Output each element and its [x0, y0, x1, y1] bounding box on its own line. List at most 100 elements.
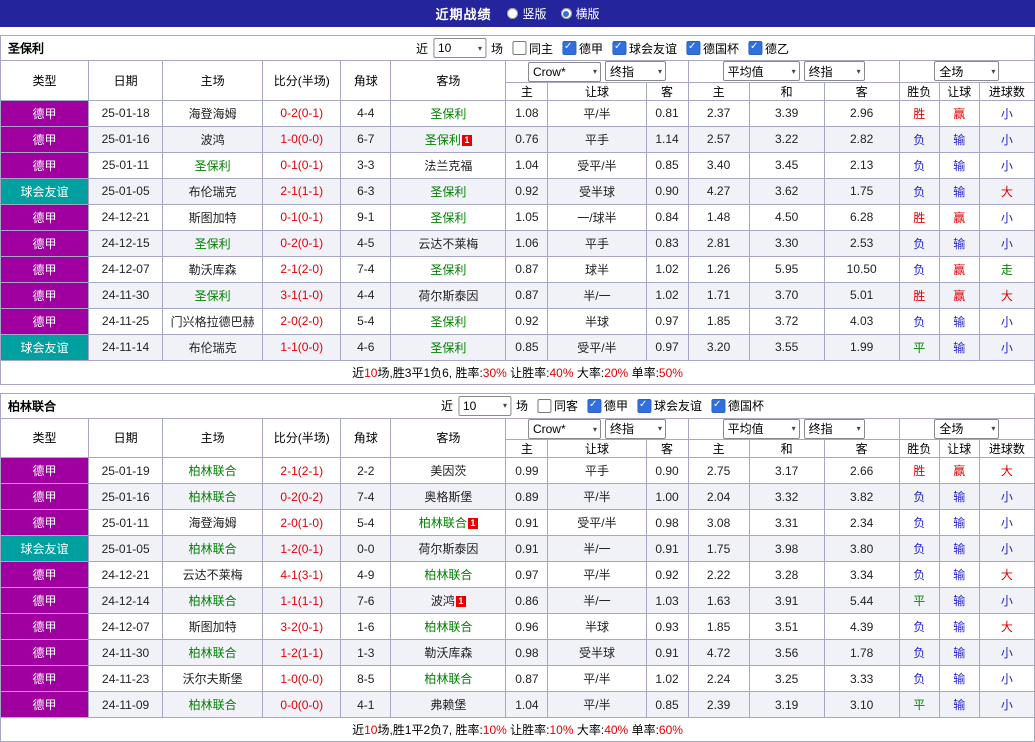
match-score[interactable]: 2-0(2-0) [263, 308, 341, 334]
league-checkbox-3[interactable]: 德乙 [748, 40, 789, 57]
result-handicap-outcome: 输 [939, 484, 979, 510]
euro-time-select[interactable]: 终指▾ [804, 61, 865, 81]
team-link[interactable]: 柏林联合 [189, 594, 237, 608]
match-score[interactable]: 0-1(0-1) [263, 204, 341, 230]
result-goals-outcome: 小 [979, 126, 1034, 152]
team-link[interactable]: 柏林联合 [189, 646, 237, 660]
team-link[interactable]: 柏林联合 [189, 464, 237, 478]
league-checkbox-0[interactable]: 德甲 [587, 397, 628, 414]
league-checkbox-0[interactable]: 德甲 [562, 40, 603, 57]
team-link[interactable]: 斯图加特 [189, 620, 237, 634]
asian-away-header: 客 [646, 82, 688, 100]
team-link[interactable]: 圣保利 [195, 237, 231, 251]
team-link[interactable]: 海登海姆 [189, 107, 237, 121]
match-score[interactable]: 3-2(0-1) [263, 614, 341, 640]
team-link[interactable]: 圣保利 [430, 185, 466, 199]
asian-time-select[interactable]: 终指▾ [605, 61, 666, 81]
match-score[interactable]: 2-1(1-1) [263, 178, 341, 204]
team-link[interactable]: 斯图加特 [189, 211, 237, 225]
team-link[interactable]: 柏林联合 [419, 516, 467, 530]
match-date: 24-11-30 [89, 282, 163, 308]
team-link[interactable]: 圣保利 [430, 341, 466, 355]
league-type-badge: 德甲 [1, 484, 89, 510]
euro-source-select[interactable]: 平均值▾ [723, 61, 800, 81]
team-link[interactable]: 布伦瑞克 [189, 341, 237, 355]
match-score[interactable]: 2-0(1-0) [263, 510, 341, 536]
team-link[interactable]: 波鸿 [431, 594, 455, 608]
league-type-badge: 德甲 [1, 458, 89, 484]
team-link[interactable]: 圣保利 [195, 289, 231, 303]
team-link[interactable]: 美因茨 [430, 464, 466, 478]
match-score[interactable]: 3-1(1-0) [263, 282, 341, 308]
scope-select[interactable]: 全场▾ [934, 61, 999, 81]
team-link[interactable]: 勒沃库森 [189, 263, 237, 277]
team-link[interactable]: 圣保利 [195, 159, 231, 173]
team-link[interactable]: 圣保利 [425, 133, 461, 147]
match-score[interactable]: 0-0(0-0) [263, 692, 341, 718]
match-score[interactable]: 1-2(1-1) [263, 640, 341, 666]
result-handicap-outcome: 输 [939, 126, 979, 152]
recent-results-panel: 近期战绩 竖版横版 圣保利近10▾场同主德甲球会友谊德国杯德乙类型日期主场比分(… [0, 0, 1035, 742]
match-score[interactable]: 1-0(0-0) [263, 126, 341, 152]
euro-time-select[interactable]: 终指▾ [804, 419, 865, 439]
team-link[interactable]: 圣保利 [430, 263, 466, 277]
team-link[interactable]: 圣保利 [430, 315, 466, 329]
summary-segment: 10% [483, 723, 507, 737]
league-checkbox-2[interactable]: 德国杯 [686, 40, 739, 57]
team-link[interactable]: 法兰克福 [424, 159, 472, 173]
match-score[interactable]: 1-0(0-0) [263, 666, 341, 692]
match-score[interactable]: 1-1(1-1) [263, 588, 341, 614]
team-link[interactable]: 柏林联合 [424, 568, 472, 582]
match-count-select[interactable]: 10▾ [458, 396, 511, 416]
view-mode-vertical[interactable]: 竖版 [507, 5, 546, 22]
league-checkbox-1[interactable]: 球会友谊 [637, 397, 702, 414]
result-handicap-outcome: 输 [939, 588, 979, 614]
away-team-cell: 柏林联合1 [391, 510, 506, 536]
view-mode-horizontal[interactable]: 横版 [561, 5, 600, 22]
euro-source-select[interactable]: 平均值▾ [723, 419, 800, 439]
match-score[interactable]: 2-1(2-0) [263, 256, 341, 282]
team-link[interactable]: 柏林联合 [424, 672, 472, 686]
euro-source-select-value: 平均值 [728, 420, 764, 437]
team-link[interactable]: 沃尔夫斯堡 [183, 672, 243, 686]
match-score[interactable]: 4-1(3-1) [263, 562, 341, 588]
match-score[interactable]: 0-1(0-1) [263, 152, 341, 178]
match-row: 德甲25-01-16波鸿1-0(0-0)6-7圣保利10.76平手1.142.5… [1, 126, 1035, 152]
match-score[interactable]: 0-2(0-1) [263, 100, 341, 126]
asian-source-select[interactable]: Crow*▾ [528, 62, 601, 82]
team-link[interactable]: 勒沃库森 [424, 646, 472, 660]
team-link[interactable]: 波鸿 [201, 133, 225, 147]
team-link[interactable]: 柏林联合 [424, 620, 472, 634]
match-score[interactable]: 1-2(0-1) [263, 536, 341, 562]
match-score[interactable]: 1-1(0-0) [263, 334, 341, 360]
match-score[interactable]: 0-2(0-1) [263, 230, 341, 256]
same-venue-checkbox[interactable]: 同主 [512, 40, 553, 57]
match-count-select[interactable]: 10▾ [433, 38, 486, 58]
league-checkbox-1[interactable]: 球会友谊 [612, 40, 677, 57]
team-link[interactable]: 布伦瑞克 [189, 185, 237, 199]
match-score[interactable]: 2-1(2-1) [263, 458, 341, 484]
team-link[interactable]: 弗赖堡 [430, 698, 466, 712]
asian-time-select[interactable]: 终指▾ [605, 419, 666, 439]
same-venue-checkbox[interactable]: 同客 [537, 397, 578, 414]
team-link[interactable]: 圣保利 [430, 107, 466, 121]
team-link[interactable]: 云达不莱梅 [183, 568, 243, 582]
team-link[interactable]: 柏林联合 [189, 698, 237, 712]
asian-home-odds: 1.05 [506, 204, 548, 230]
team-link[interactable]: 云达不莱梅 [418, 237, 478, 251]
team-link[interactable]: 奥格斯堡 [424, 490, 472, 504]
league-checkbox-2[interactable]: 德国杯 [711, 397, 764, 414]
result-goals-outcome: 小 [979, 308, 1034, 334]
team-link[interactable]: 海登海姆 [189, 516, 237, 530]
team-link[interactable]: 柏林联合 [189, 542, 237, 556]
scope-select-value: 全场 [939, 63, 963, 80]
team-link[interactable]: 柏林联合 [189, 490, 237, 504]
team-link[interactable]: 门兴格拉德巴赫 [171, 315, 255, 329]
team-link[interactable]: 荷尔斯泰因 [418, 289, 478, 303]
team-link[interactable]: 圣保利 [430, 211, 466, 225]
match-score[interactable]: 0-2(0-2) [263, 484, 341, 510]
team-link[interactable]: 荷尔斯泰因 [418, 542, 478, 556]
scope-select[interactable]: 全场▾ [934, 419, 999, 439]
asian-source-select[interactable]: Crow*▾ [528, 419, 601, 439]
result-handicap-outcome: 输 [939, 692, 979, 718]
